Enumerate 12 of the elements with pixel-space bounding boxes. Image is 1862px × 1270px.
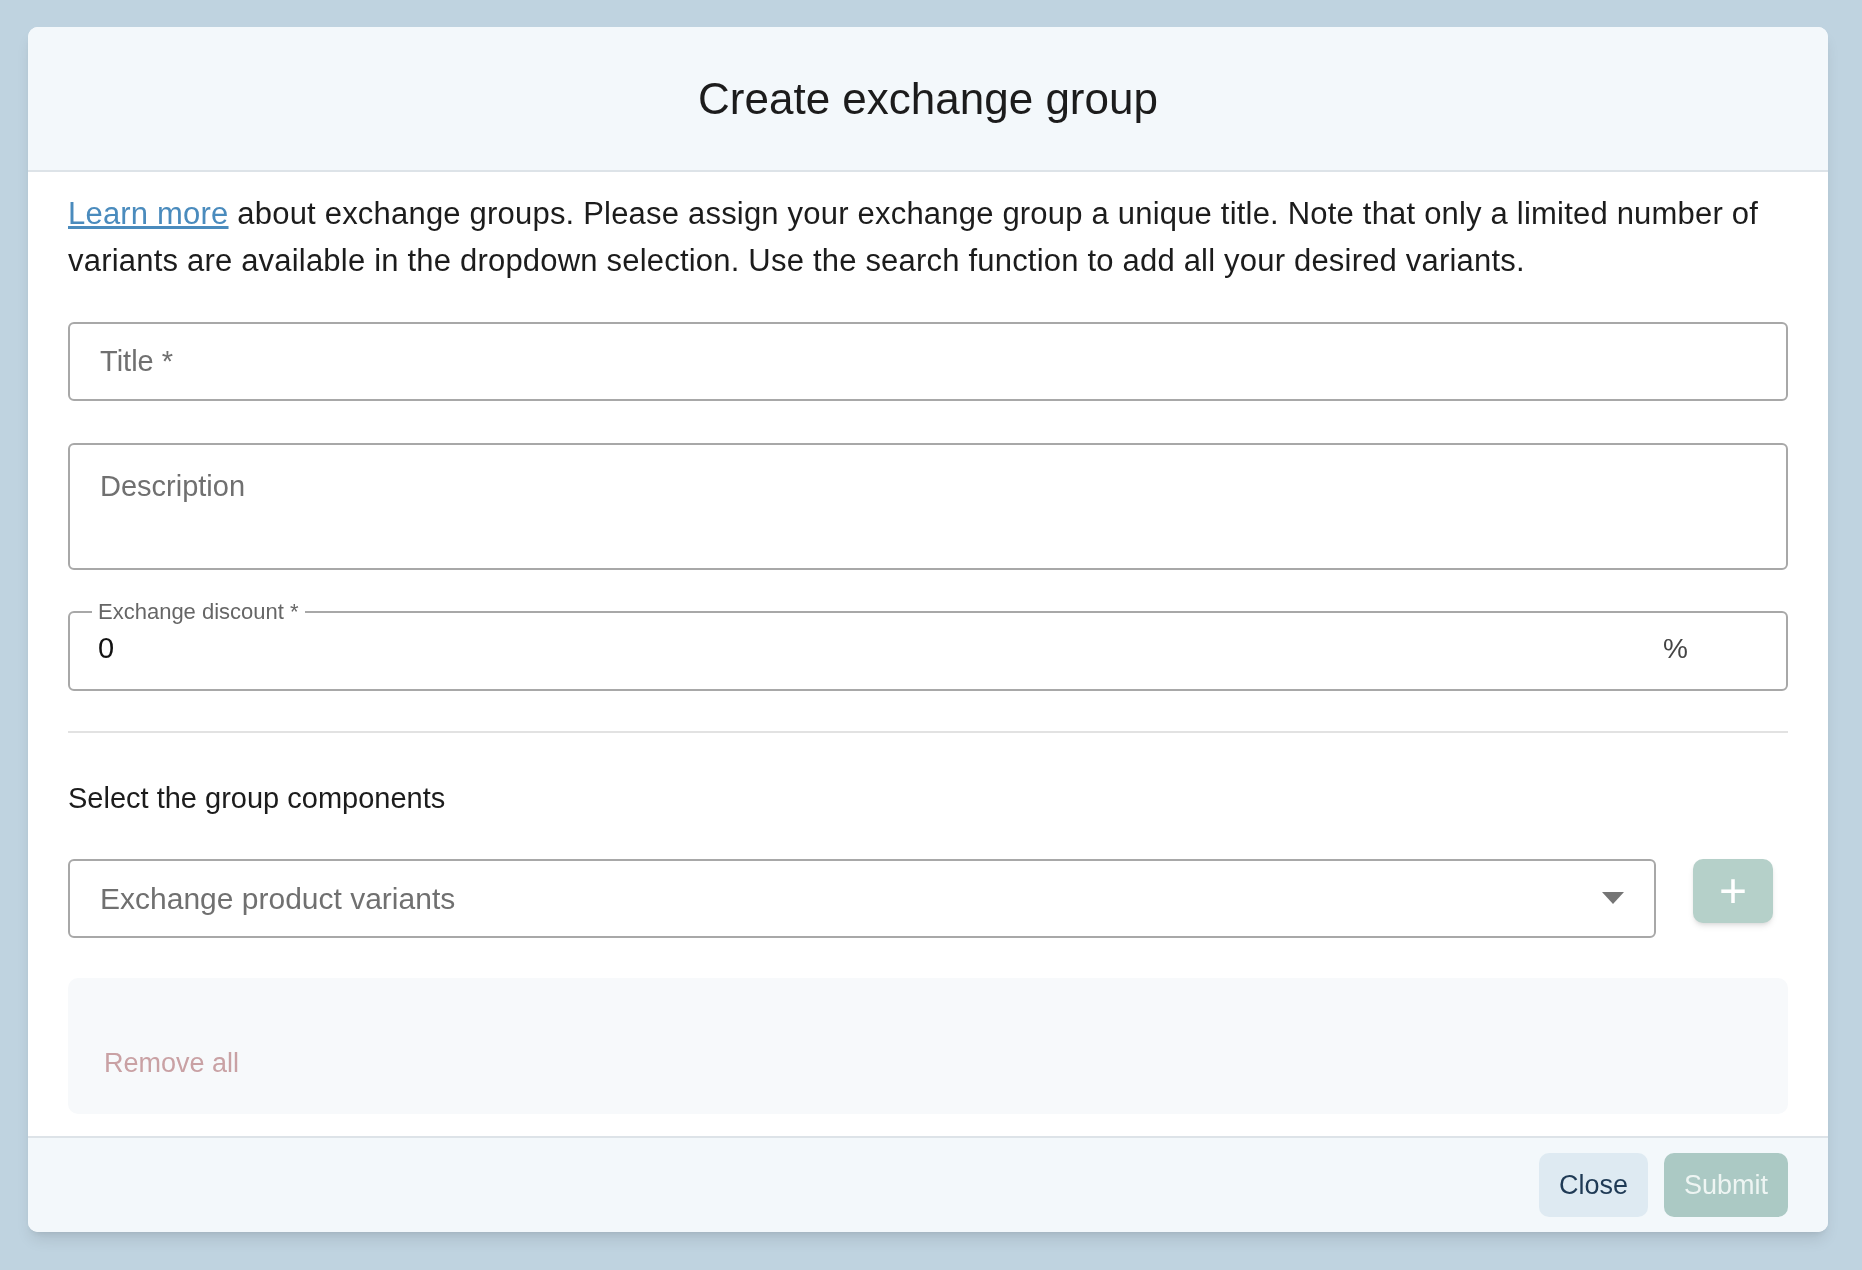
field-label: Exchange discount * [97, 599, 300, 625]
section-heading: Select the group components [68, 781, 447, 816]
title-field[interactable]: Title * [68, 322, 1788, 401]
dropdown-caret-icon [1602, 892, 1624, 904]
description-field[interactable]: Description [68, 443, 1788, 570]
dialog-title: Create exchange group [698, 72, 1158, 125]
close-button[interactable]: Close [1538, 1153, 1648, 1217]
learn-more-link[interactable]: Learn more [68, 196, 229, 231]
intro-text: Learn more about exchange groups. Please assign your exchange group a unique title. Note that only a limited number of variants are available in the dropdown selection. Use the search function to add all your desired variants. [68, 195, 1760, 280]
variant-select[interactable]: Exchange product variants [68, 858, 1656, 938]
field-value: 0 [98, 631, 116, 667]
percent-suffix: % [1663, 632, 1688, 666]
